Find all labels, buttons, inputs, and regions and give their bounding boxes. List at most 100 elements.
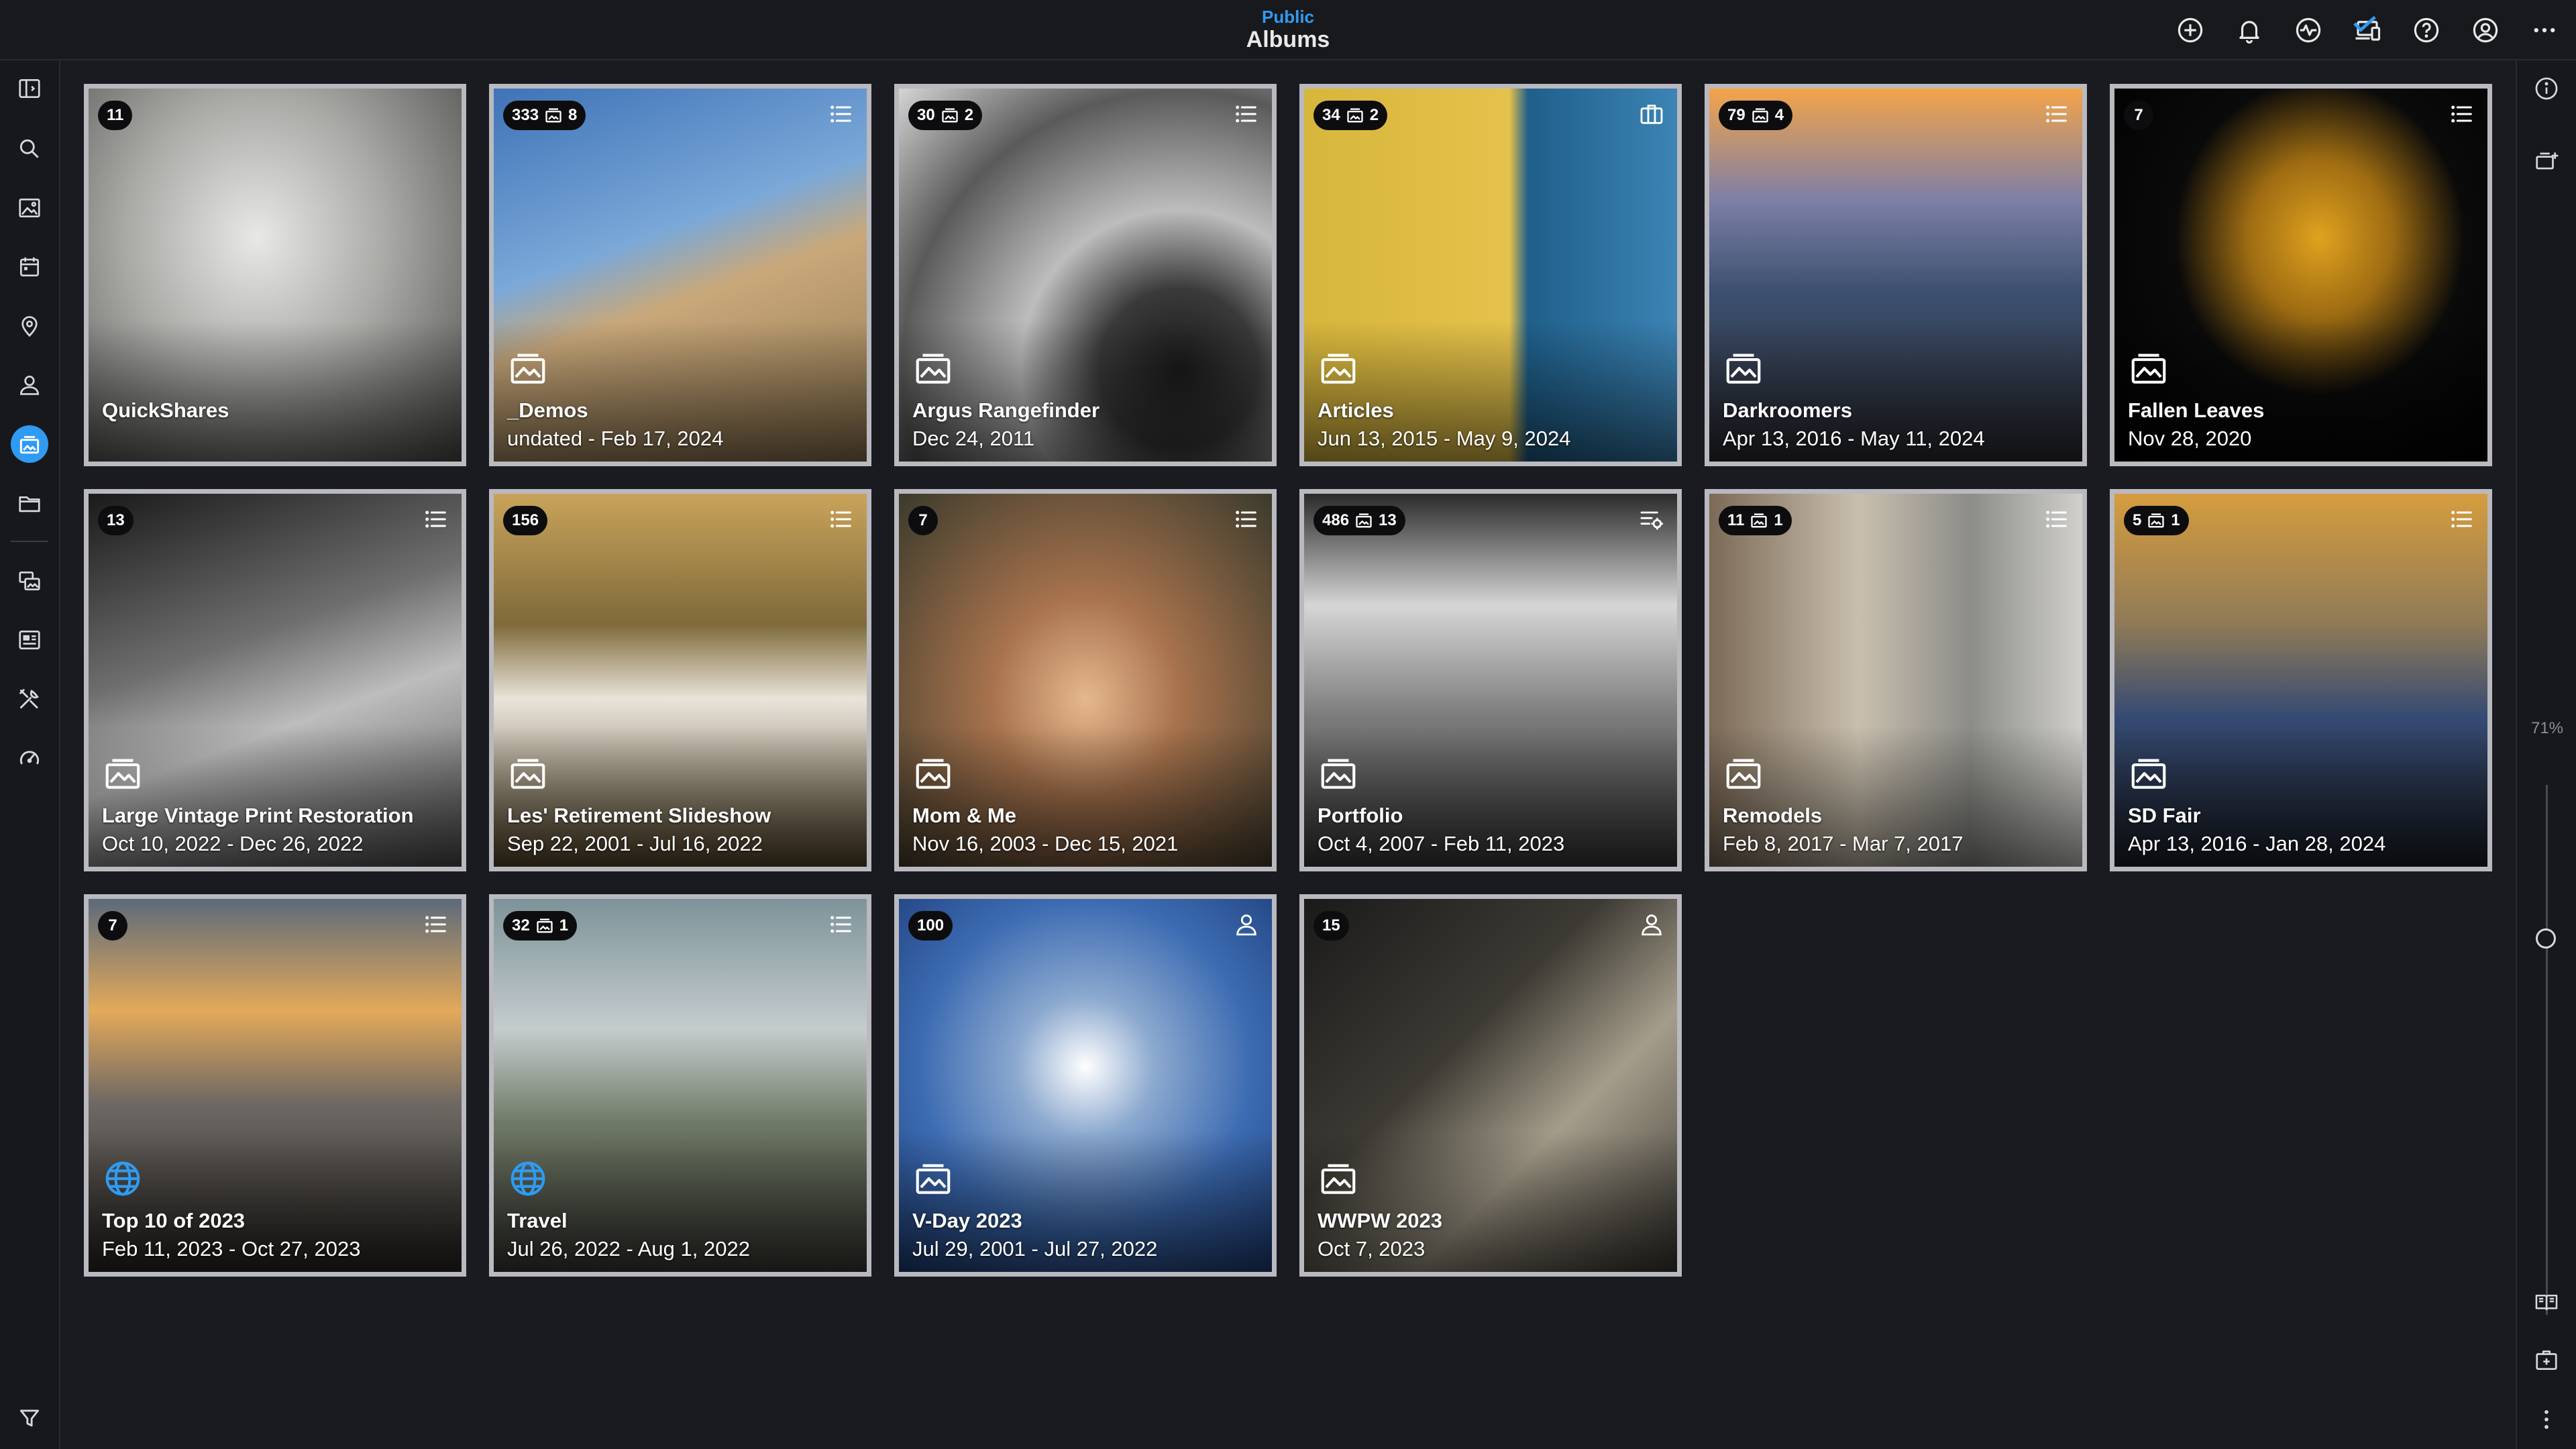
export-icon[interactable] — [2528, 1342, 2565, 1379]
album-name: Darkroomers — [1723, 398, 1852, 422]
info-icon[interactable] — [2528, 70, 2565, 107]
devices-icon[interactable] — [2348, 13, 2387, 47]
sub-album-count: 8 — [568, 106, 578, 124]
stacks-icon[interactable] — [11, 562, 48, 600]
item-count: 5 — [2133, 511, 2142, 529]
person-icon[interactable] — [1638, 911, 1665, 938]
briefcase-icon[interactable] — [1638, 101, 1665, 127]
album-card[interactable]: 13 Large Vintage Print Restoration Oct 10,… — [84, 489, 466, 871]
location-icon[interactable] — [11, 307, 48, 345]
album-date-range: Nov 28, 2020 — [2128, 427, 2252, 450]
item-count: 79 — [1727, 106, 1746, 124]
people-icon[interactable] — [11, 366, 48, 404]
add-icon[interactable] — [2171, 13, 2210, 47]
account-icon[interactable] — [2466, 13, 2505, 47]
album-date-range: Jul 26, 2022 - Aug 1, 2022 — [507, 1237, 750, 1260]
help-icon[interactable] — [2407, 13, 2446, 47]
dashboard-icon[interactable] — [11, 739, 48, 777]
left-sidebar — [0, 60, 60, 1449]
album-card[interactable]: 5 1 SD Fair Apr 13, 2016 - Jan 28, 2024 — [2110, 489, 2492, 871]
list-icon[interactable] — [2449, 506, 2475, 533]
album-icon — [2128, 753, 2169, 794]
list-icon[interactable] — [828, 911, 855, 938]
more-icon[interactable] — [2525, 13, 2564, 47]
item-count: 34 — [1322, 106, 1340, 124]
album-card[interactable]: 30 2 Argus Rangefinder Dec 24, 2011 — [894, 84, 1277, 466]
album-name: SD Fair — [2128, 804, 2201, 827]
album-card[interactable]: 486 13 Portfolio Oct 4, 2007 - Feb 11, 2023 — [1299, 489, 1682, 871]
item-count-badge: 156 — [503, 506, 548, 535]
album-name: QuickShares — [102, 398, 229, 422]
header-actions — [2171, 13, 2564, 47]
album-card[interactable]: 11 QuickShares — [84, 84, 466, 466]
calendar-icon[interactable] — [11, 248, 48, 286]
item-count: 11 — [107, 106, 124, 124]
album-icon — [1318, 753, 1359, 794]
album-icon — [1723, 347, 1764, 389]
item-count: 15 — [1322, 916, 1340, 934]
item-count-badge: 51 — [2124, 506, 2189, 535]
list-icon[interactable] — [828, 506, 855, 533]
bell-icon[interactable] — [2230, 13, 2269, 47]
albums-icon[interactable] — [11, 425, 48, 463]
item-count-badge: 15 — [1313, 911, 1349, 941]
album-card[interactable]: 79 4 Darkroomers Apr 13, 2016 - May 11, 202… — [1705, 84, 2087, 466]
album-card[interactable]: 11 1 Remodels Feb 8, 2017 - Mar 7, 2017 — [1705, 489, 2087, 871]
album-icon — [912, 347, 954, 389]
item-count-badge: 486 13 — [1313, 506, 1405, 535]
sidebar-toggle-icon[interactable] — [11, 70, 48, 107]
album-name: Portfolio — [1318, 804, 1403, 827]
tools-icon[interactable] — [11, 680, 48, 718]
album-icon — [2128, 347, 2169, 389]
album-card[interactable]: 34 2 Articles Jun 13, 2015 - May 9, 2024 — [1299, 84, 1682, 466]
activity-icon[interactable] — [2289, 13, 2328, 47]
reader-icon[interactable] — [2528, 1283, 2565, 1320]
folder-icon[interactable] — [11, 484, 48, 522]
album-icon — [912, 753, 954, 794]
album-card[interactable]: 15 WWPW 2023 Oct 7, 2023 — [1299, 894, 1682, 1277]
sub-album-icon — [1354, 511, 1373, 530]
list-icon[interactable] — [1233, 101, 1260, 127]
filter-icon[interactable] — [11, 1399, 48, 1437]
album-card[interactable]: 156 Les' Retirement Slideshow Sep 22, 2001… — [489, 489, 871, 871]
more-vertical-icon[interactable] — [2528, 1401, 2565, 1438]
add-to-album-icon[interactable] — [2528, 142, 2565, 180]
photos-icon[interactable] — [11, 189, 48, 227]
album-card[interactable]: 7 Fallen Leaves Nov 28, 2020 — [2110, 84, 2492, 466]
item-count-badge: 100 — [908, 911, 953, 941]
zoom-slider-track[interactable] — [2546, 785, 2548, 1315]
list-icon[interactable] — [2449, 101, 2475, 127]
list-icon[interactable] — [828, 101, 855, 127]
item-count: 7 — [108, 916, 117, 934]
album-card[interactable]: 100 V-Day 2023 Jul 29, 2001 - Jul 27, 2022 — [894, 894, 1277, 1277]
list-icon[interactable] — [423, 911, 449, 938]
list-settings-icon[interactable] — [1638, 506, 1665, 533]
album-card[interactable]: 7 Top 10 of 2023 Feb 11, 2023 - Oct 27, 20… — [84, 894, 466, 1277]
zoom-slider-thumb[interactable] — [2536, 928, 2556, 949]
item-count-badge: 32 1 — [503, 911, 578, 941]
sub-album-icon — [941, 106, 959, 125]
album-card[interactable]: 7 Mom & Me Nov 16, 2003 - Dec 15, 2021 — [894, 489, 1277, 871]
album-card[interactable]: 333 8 _Demos undated - Feb 17, 2024 — [489, 84, 871, 466]
sub-album-icon — [535, 916, 554, 935]
item-count: 486 — [1322, 511, 1350, 529]
item-count-badge: 13 — [98, 506, 133, 535]
list-icon[interactable] — [423, 506, 449, 533]
gallery-icon[interactable] — [11, 621, 48, 659]
album-date-range: Apr 13, 2016 - Jan 28, 2024 — [2128, 832, 2386, 855]
album-name: V-Day 2023 — [912, 1209, 1022, 1232]
album-icon — [1318, 1158, 1359, 1199]
item-count-badge: 11 1 — [1719, 506, 1792, 535]
list-icon[interactable] — [1233, 506, 1260, 533]
album-card[interactable]: 32 1 Travel Jul 26, 2022 - Aug 1, 2022 — [489, 894, 871, 1277]
list-icon[interactable] — [2043, 506, 2070, 533]
person-icon[interactable] — [1233, 911, 1260, 938]
list-icon[interactable] — [2043, 101, 2070, 127]
album-date-range: Oct 10, 2022 - Dec 26, 2022 — [102, 832, 364, 855]
album-icon — [507, 347, 549, 389]
album-name: Remodels — [1723, 804, 1823, 827]
item-count: 32 — [512, 916, 530, 934]
album-name: _Demos — [507, 398, 588, 422]
search-icon[interactable] — [11, 130, 48, 168]
album-date-range: Sep 22, 2001 - Jul 16, 2022 — [507, 832, 763, 855]
